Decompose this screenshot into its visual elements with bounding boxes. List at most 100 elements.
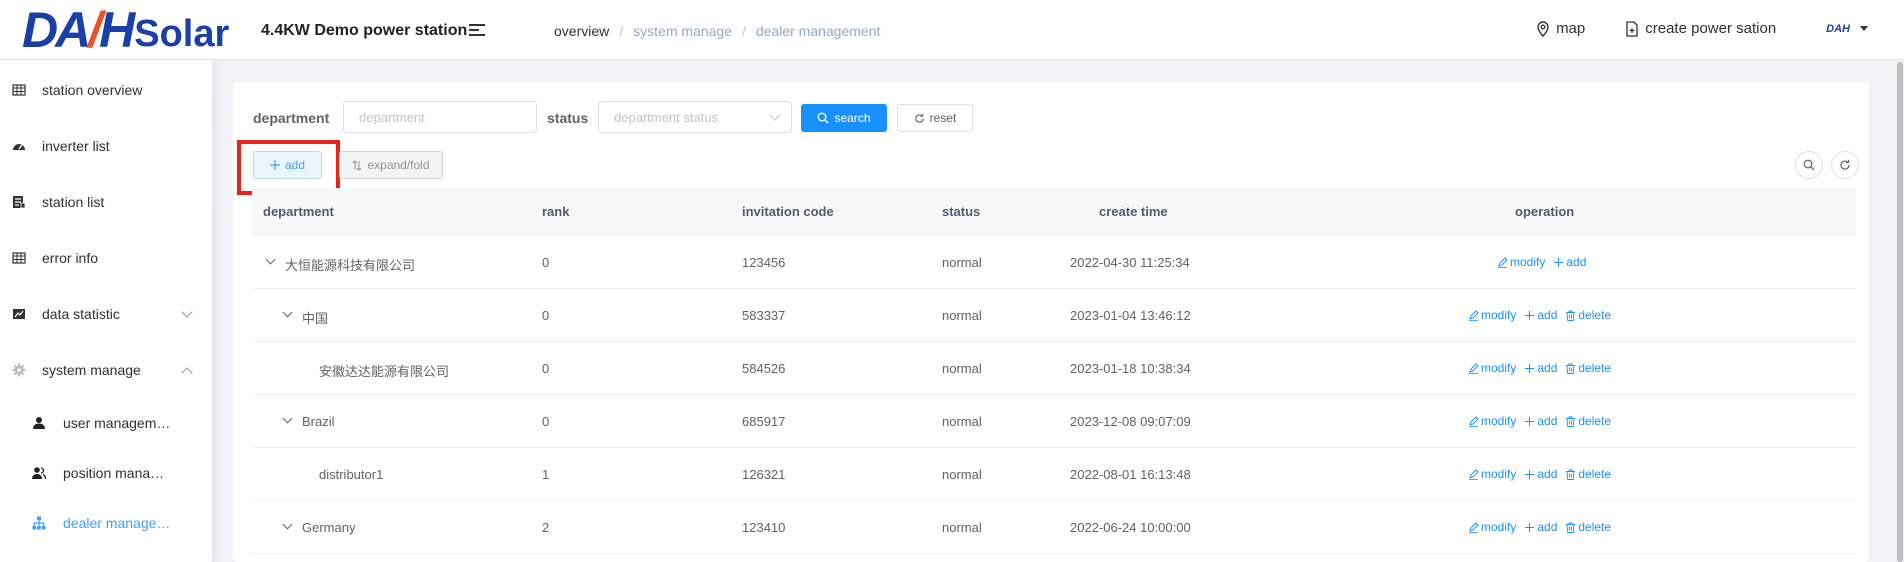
sidebar-subitem-position-management[interactable]: position mana… xyxy=(0,453,213,493)
delete-button[interactable]: delete xyxy=(1565,414,1611,428)
status-select[interactable]: department status xyxy=(598,101,792,133)
chevron-down-icon[interactable] xyxy=(282,413,293,424)
toggle-search-button[interactable] xyxy=(1795,151,1823,179)
list-icon xyxy=(13,196,26,209)
logo-solar-text: Solar xyxy=(134,13,230,55)
table-icon xyxy=(12,252,26,264)
column-header-operation: operation xyxy=(1515,204,1575,219)
add-button[interactable]: add xyxy=(1524,520,1557,534)
delete-button[interactable]: delete xyxy=(1565,467,1611,481)
breadcrumb-separator: / xyxy=(741,23,746,39)
refresh-icon xyxy=(915,113,924,123)
breadcrumb-system-manage[interactable]: system manage xyxy=(633,23,732,39)
modify-button[interactable]: modify xyxy=(1468,414,1516,428)
reset-button[interactable]: reset xyxy=(897,104,973,132)
add-button[interactable]: add xyxy=(1524,414,1557,428)
chevron-down-icon[interactable] xyxy=(265,254,276,265)
logo-mark: DA/H xyxy=(22,2,135,58)
delete-button[interactable]: delete xyxy=(1565,520,1611,534)
caret-down-icon xyxy=(1860,26,1868,31)
add-button[interactable]: add xyxy=(1524,361,1557,375)
chevron-down-icon[interactable] xyxy=(282,519,293,530)
add-button[interactable]: add xyxy=(1553,255,1586,269)
department-input[interactable]: department xyxy=(343,101,537,133)
add-button[interactable]: add xyxy=(1524,467,1557,481)
brand-logo[interactable]: DA/H Solar xyxy=(22,2,230,58)
cell-create-time: 2023-01-18 10:38:34 xyxy=(1070,361,1191,376)
table-row[interactable]: Germany 2 123410 normal 2022-06-24 10:00:00 m… xyxy=(252,501,1856,554)
expand-fold-button[interactable]: expand/fold xyxy=(339,151,443,179)
row-operations: modify add delete xyxy=(1468,520,1611,534)
modify-button[interactable]: modify xyxy=(1468,467,1516,481)
sidebar: station overview inverter list station l… xyxy=(0,60,213,562)
cell-rank: 2 xyxy=(542,520,550,535)
header-actions: map create power sation DAH xyxy=(1536,20,1868,37)
map-link[interactable]: map xyxy=(1536,20,1585,37)
cell-rank: 0 xyxy=(542,414,550,429)
edit-icon xyxy=(1469,415,1479,427)
delete-label: delete xyxy=(1578,414,1612,428)
column-header-department: department xyxy=(263,204,334,219)
menu-fold-icon[interactable] xyxy=(469,24,487,38)
row-operations: modify add delete xyxy=(1468,467,1611,481)
delete-label: delete xyxy=(1578,467,1612,481)
tree-icon xyxy=(32,516,46,530)
scrollbar-thumb[interactable] xyxy=(1897,62,1903,562)
expand-fold-button-label: expand/fold xyxy=(367,158,430,172)
delete-button[interactable]: delete xyxy=(1565,308,1611,322)
sidebar-subitem-label: user managem… xyxy=(63,415,171,431)
page-scrollbar[interactable] xyxy=(1896,60,1904,562)
table-row[interactable]: 中国 0 583337 normal 2023-01-04 13:46:12 modify… xyxy=(252,289,1856,342)
add-label: add xyxy=(1537,520,1558,534)
add-label: add xyxy=(1537,414,1558,428)
chevron-down-icon[interactable] xyxy=(282,307,293,318)
table-row[interactable]: 大恒能源科技有限公司 0 123456 normal 2022-04-30 11:25:… xyxy=(252,236,1856,289)
gear-icon xyxy=(12,363,26,377)
table-row[interactable]: distributor1 1 126321 normal 2022-08-01 16:1… xyxy=(252,448,1856,501)
cell-create-time: 2022-08-01 16:13:48 xyxy=(1070,467,1191,482)
user-avatar-menu[interactable]: DAH xyxy=(1826,23,1868,35)
create-power-station-label: create power sation xyxy=(1645,20,1777,37)
create-power-station-link[interactable]: create power sation xyxy=(1625,20,1776,37)
column-header-invitation-code: invitation code xyxy=(742,204,834,219)
modify-button[interactable]: modify xyxy=(1468,308,1516,322)
table-row[interactable]: Brazil 0 685917 normal 2023-12-08 09:07:09 mo… xyxy=(252,395,1856,448)
sidebar-item-station-overview[interactable]: station overview xyxy=(0,70,213,110)
table-icon xyxy=(12,84,26,96)
add-button[interactable]: add xyxy=(1524,308,1557,322)
column-header-status: status xyxy=(942,204,981,219)
row-operations: modify add delete xyxy=(1468,414,1611,428)
sidebar-item-label: station list xyxy=(42,194,105,210)
sidebar-item-data-statistic[interactable]: data statistic xyxy=(0,294,213,334)
trash-icon xyxy=(1566,522,1576,533)
sidebar-item-system-manage[interactable]: system manage xyxy=(0,350,213,390)
modify-label: modify xyxy=(1481,414,1517,428)
modify-button[interactable]: modify xyxy=(1468,361,1516,375)
modify-label: modify xyxy=(1481,520,1517,534)
breadcrumb-overview[interactable]: overview xyxy=(554,23,609,39)
user-icon xyxy=(33,417,45,429)
search-button[interactable]: search xyxy=(801,104,887,132)
edit-icon xyxy=(1469,521,1479,533)
delete-label: delete xyxy=(1578,520,1612,534)
sidebar-item-station-list[interactable]: station list xyxy=(0,182,213,222)
modify-button[interactable]: modify xyxy=(1497,255,1545,269)
delete-button[interactable]: delete xyxy=(1565,361,1611,375)
refresh-icon xyxy=(1840,160,1850,170)
cell-invitation-code: 584526 xyxy=(742,361,786,376)
table-row[interactable]: 安徽达达能源有限公司 0 584526 normal 2023-01-18 10:38:… xyxy=(252,342,1856,395)
sidebar-item-label: data statistic xyxy=(42,306,120,322)
modify-label: modify xyxy=(1481,467,1517,481)
cell-department: 大恒能源科技有限公司 xyxy=(285,258,416,273)
sidebar-item-inverter-list[interactable]: inverter list xyxy=(0,126,213,166)
sidebar-subitem-dealer-management[interactable]: dealer manage… xyxy=(0,503,213,543)
modify-button[interactable]: modify xyxy=(1468,520,1516,534)
breadcrumb-separator: / xyxy=(619,23,624,39)
cell-invitation-code: 126321 xyxy=(742,467,786,482)
sidebar-item-error-info[interactable]: error info xyxy=(0,238,213,278)
sidebar-subitem-user-management[interactable]: user managem… xyxy=(0,403,213,443)
refresh-table-button[interactable] xyxy=(1831,151,1859,179)
plus-icon xyxy=(1554,257,1564,267)
cell-create-time: 2023-12-08 09:07:09 xyxy=(1070,414,1191,429)
trash-icon xyxy=(1566,363,1576,374)
